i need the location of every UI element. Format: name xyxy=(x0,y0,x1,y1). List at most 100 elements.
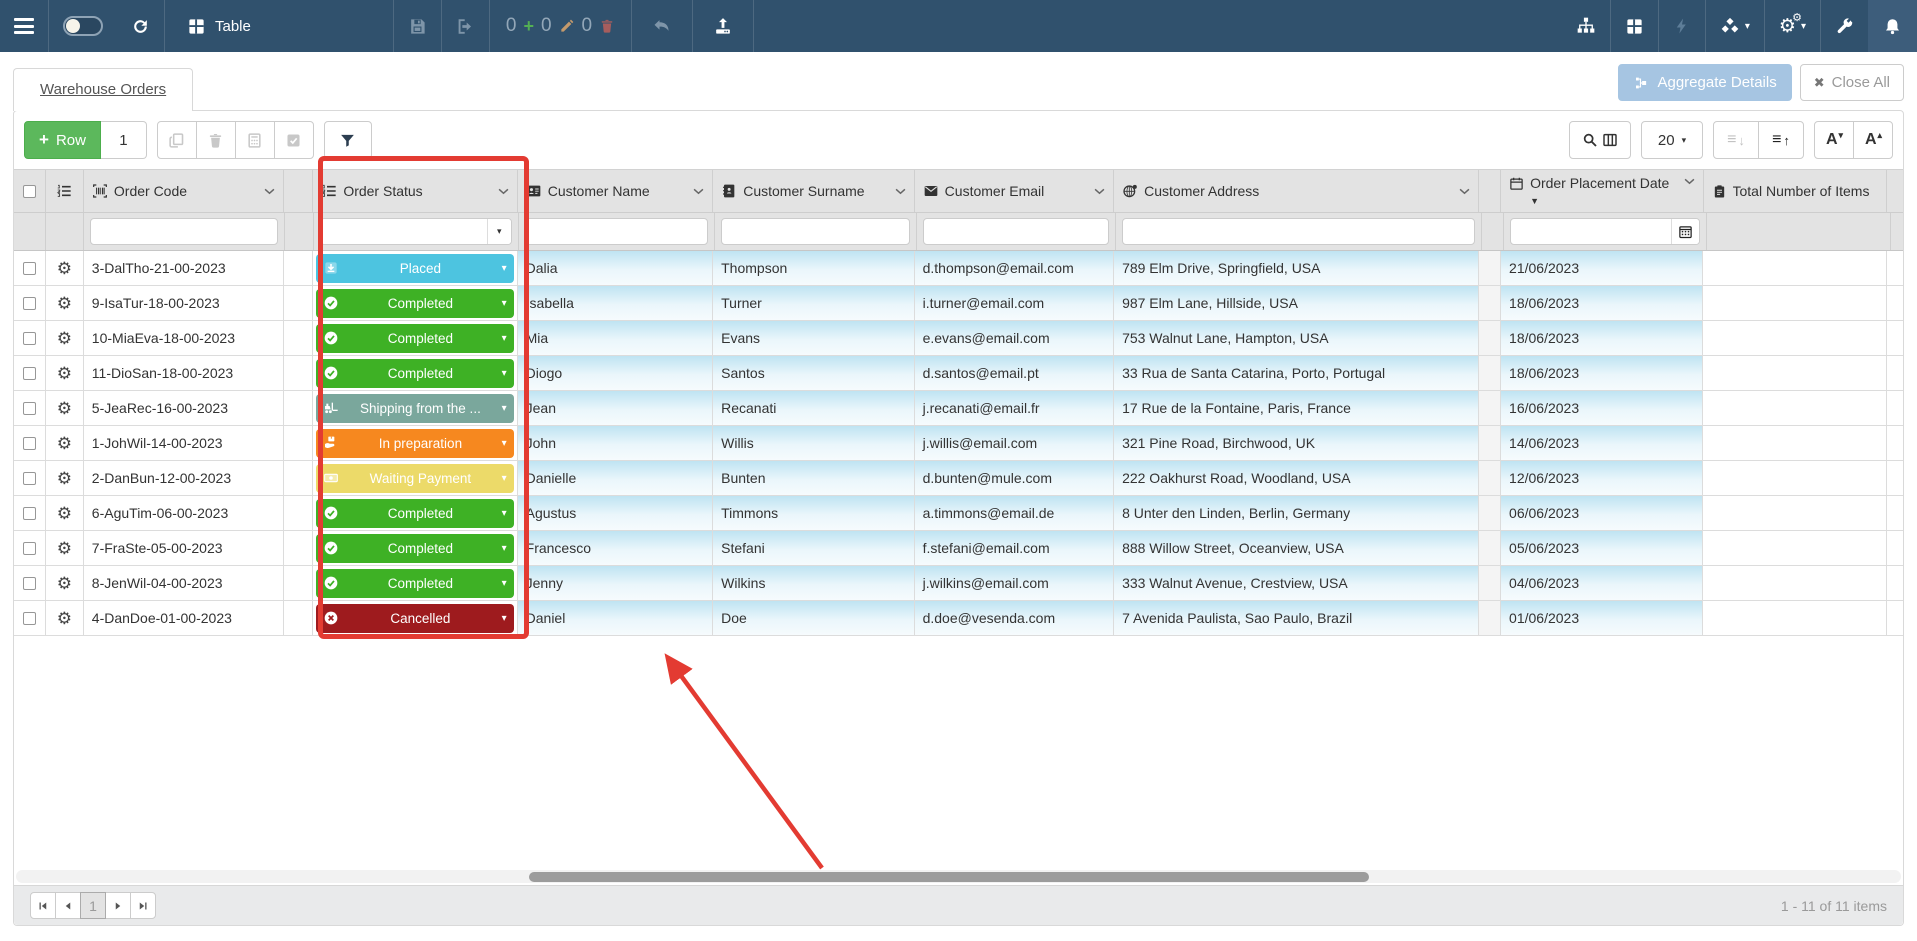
header-customer-surname[interactable]: Customer Surname xyxy=(713,170,914,212)
customer-email-cell[interactable]: d.thompson@email.com xyxy=(915,251,1114,285)
customer-surname-cell[interactable]: Thompson xyxy=(713,251,914,285)
order-date-cell[interactable]: 21/06/2023 xyxy=(1501,251,1703,285)
row-settings-button[interactable]: ⚙ xyxy=(46,356,84,390)
customer-email-cell[interactable]: f.stefani@email.com xyxy=(915,531,1114,565)
customer-address-cell[interactable]: 17 Rue de la Fontaine, Paris, France xyxy=(1114,391,1479,425)
order-date-cell[interactable]: 18/06/2023 xyxy=(1501,356,1703,390)
font-decrease-button[interactable]: A▾ xyxy=(1814,121,1854,159)
customer-name-cell[interactable]: Mia xyxy=(518,321,713,355)
filter-customer-name-input[interactable] xyxy=(525,218,708,245)
hamburger-menu-icon[interactable] xyxy=(0,0,48,52)
upload-button[interactable] xyxy=(693,0,753,52)
next-page-button[interactable] xyxy=(105,892,131,919)
current-page-button[interactable]: 1 xyxy=(80,892,106,919)
customer-address-cell[interactable]: 753 Walnut Lane, Hampton, USA xyxy=(1114,321,1479,355)
status-badge[interactable]: Completed ▾ xyxy=(316,499,513,528)
row-checkbox-cell[interactable] xyxy=(14,461,46,495)
header-order-placement-date[interactable]: Order Placement Date ▼ xyxy=(1501,170,1703,212)
row-settings-button[interactable]: ⚙ xyxy=(46,601,84,635)
customer-name-cell[interactable]: John xyxy=(518,426,713,460)
prev-page-button[interactable] xyxy=(55,892,81,919)
caret-down-icon[interactable]: ▾ xyxy=(487,219,511,244)
tables-button[interactable] xyxy=(1611,0,1658,52)
order-code-cell[interactable]: 8-JenWil-04-00-2023 xyxy=(84,566,284,600)
add-row-button[interactable]: + Row xyxy=(24,121,101,159)
row-settings-button[interactable]: ⚙ xyxy=(46,461,84,495)
order-date-cell[interactable]: 14/06/2023 xyxy=(1501,426,1703,460)
delete-rows-button[interactable] xyxy=(196,121,236,159)
total-items-cell[interactable] xyxy=(1703,321,1887,355)
filter-date-input[interactable] xyxy=(1510,218,1700,245)
aggregate-details-button[interactable]: Aggregate Details xyxy=(1618,64,1791,101)
sitemap-button[interactable] xyxy=(1562,0,1610,52)
status-badge[interactable]: Shipping from the ... ▾ xyxy=(316,394,513,423)
customer-email-cell[interactable]: d.santos@email.pt xyxy=(915,356,1114,390)
customer-name-cell[interactable]: Isabella xyxy=(518,286,713,320)
order-date-cell[interactable]: 18/06/2023 xyxy=(1501,321,1703,355)
customer-email-cell[interactable]: a.timmons@email.de xyxy=(915,496,1114,530)
customer-address-cell[interactable]: 987 Elm Lane, Hillside, USA xyxy=(1114,286,1479,320)
row-settings-button[interactable]: ⚙ xyxy=(46,496,84,530)
first-page-button[interactable] xyxy=(30,892,56,919)
filter-customer-address-input[interactable] xyxy=(1122,218,1475,245)
customer-surname-cell[interactable]: Recanati xyxy=(713,391,914,425)
order-date-cell[interactable]: 16/06/2023 xyxy=(1501,391,1703,425)
settings-menu[interactable]: ⚙⚙ ▾ xyxy=(1765,0,1820,52)
order-code-cell[interactable]: 9-IsaTur-18-00-2023 xyxy=(84,286,284,320)
row-settings-button[interactable]: ⚙ xyxy=(46,426,84,460)
row-checkbox-cell[interactable] xyxy=(14,251,46,285)
undo-button[interactable] xyxy=(632,0,692,52)
row-checkbox-cell[interactable] xyxy=(14,321,46,355)
customer-name-cell[interactable]: Diogo xyxy=(518,356,713,390)
header-order-code[interactable]: Order Code xyxy=(84,170,284,212)
total-items-cell[interactable] xyxy=(1703,566,1887,600)
row-checkbox-cell[interactable] xyxy=(14,286,46,320)
font-increase-button[interactable]: A▴ xyxy=(1853,121,1893,159)
status-badge[interactable]: Completed ▾ xyxy=(316,289,513,318)
customer-address-cell[interactable]: 789 Elm Drive, Springfield, USA xyxy=(1114,251,1479,285)
order-date-cell[interactable]: 04/06/2023 xyxy=(1501,566,1703,600)
row-checkbox-cell[interactable] xyxy=(14,496,46,530)
row-checkbox-cell[interactable] xyxy=(14,426,46,460)
select-all-checkbox-cell[interactable] xyxy=(14,170,46,212)
order-date-cell[interactable]: 05/06/2023 xyxy=(1501,531,1703,565)
row-settings-button[interactable]: ⚙ xyxy=(46,321,84,355)
status-badge[interactable]: Completed ▾ xyxy=(316,324,513,353)
customer-surname-cell[interactable]: Doe xyxy=(713,601,914,635)
row-checkbox-cell[interactable] xyxy=(14,601,46,635)
page-size-select[interactable]: 20 ▾ xyxy=(1641,121,1703,159)
total-items-cell[interactable] xyxy=(1703,426,1887,460)
total-items-cell[interactable] xyxy=(1703,356,1887,390)
order-date-cell[interactable]: 18/06/2023 xyxy=(1501,286,1703,320)
row-checkbox-cell[interactable] xyxy=(14,356,46,390)
customer-name-cell[interactable]: Daniel xyxy=(518,601,713,635)
status-badge[interactable]: In preparation ▾ xyxy=(316,429,513,458)
search-columns-button[interactable] xyxy=(1569,121,1631,159)
total-items-cell[interactable] xyxy=(1703,496,1887,530)
row-checkbox-cell[interactable] xyxy=(14,566,46,600)
customer-name-cell[interactable]: Francesco xyxy=(518,531,713,565)
customer-address-cell[interactable]: 888 Willow Street, Oceanview, USA xyxy=(1114,531,1479,565)
customer-address-cell[interactable]: 321 Pine Road, Birchwood, UK xyxy=(1114,426,1479,460)
filter-customer-surname-input[interactable] xyxy=(721,218,910,245)
status-badge[interactable]: Completed ▾ xyxy=(316,359,513,388)
order-code-cell[interactable]: 2-DanBun-12-00-2023 xyxy=(84,461,284,495)
customer-surname-cell[interactable]: Wilkins xyxy=(713,566,914,600)
order-date-cell[interactable]: 06/06/2023 xyxy=(1501,496,1703,530)
status-badge[interactable]: Waiting Payment ▾ xyxy=(316,464,513,493)
customer-surname-cell[interactable]: Timmons xyxy=(713,496,914,530)
filter-customer-email-input[interactable] xyxy=(923,218,1110,245)
customer-address-cell[interactable]: 7 Avenida Paulista, Sao Paulo, Brazil xyxy=(1114,601,1479,635)
customer-email-cell[interactable]: d.doe@vesenda.com xyxy=(915,601,1114,635)
customer-email-cell[interactable]: j.recanati@email.fr xyxy=(915,391,1114,425)
add-row-count-input[interactable] xyxy=(101,121,147,159)
total-items-cell[interactable] xyxy=(1703,461,1887,495)
status-badge[interactable]: Completed ▾ xyxy=(316,569,513,598)
scrollbar-thumb[interactable] xyxy=(529,872,1369,882)
row-settings-button[interactable]: ⚙ xyxy=(46,286,84,320)
row-settings-button[interactable]: ⚙ xyxy=(46,531,84,565)
horizontal-scrollbar[interactable] xyxy=(16,870,1901,883)
order-code-cell[interactable]: 6-AguTim-06-00-2023 xyxy=(84,496,284,530)
status-badge[interactable]: Placed ▾ xyxy=(316,254,513,283)
status-badge[interactable]: Completed ▾ xyxy=(316,534,513,563)
